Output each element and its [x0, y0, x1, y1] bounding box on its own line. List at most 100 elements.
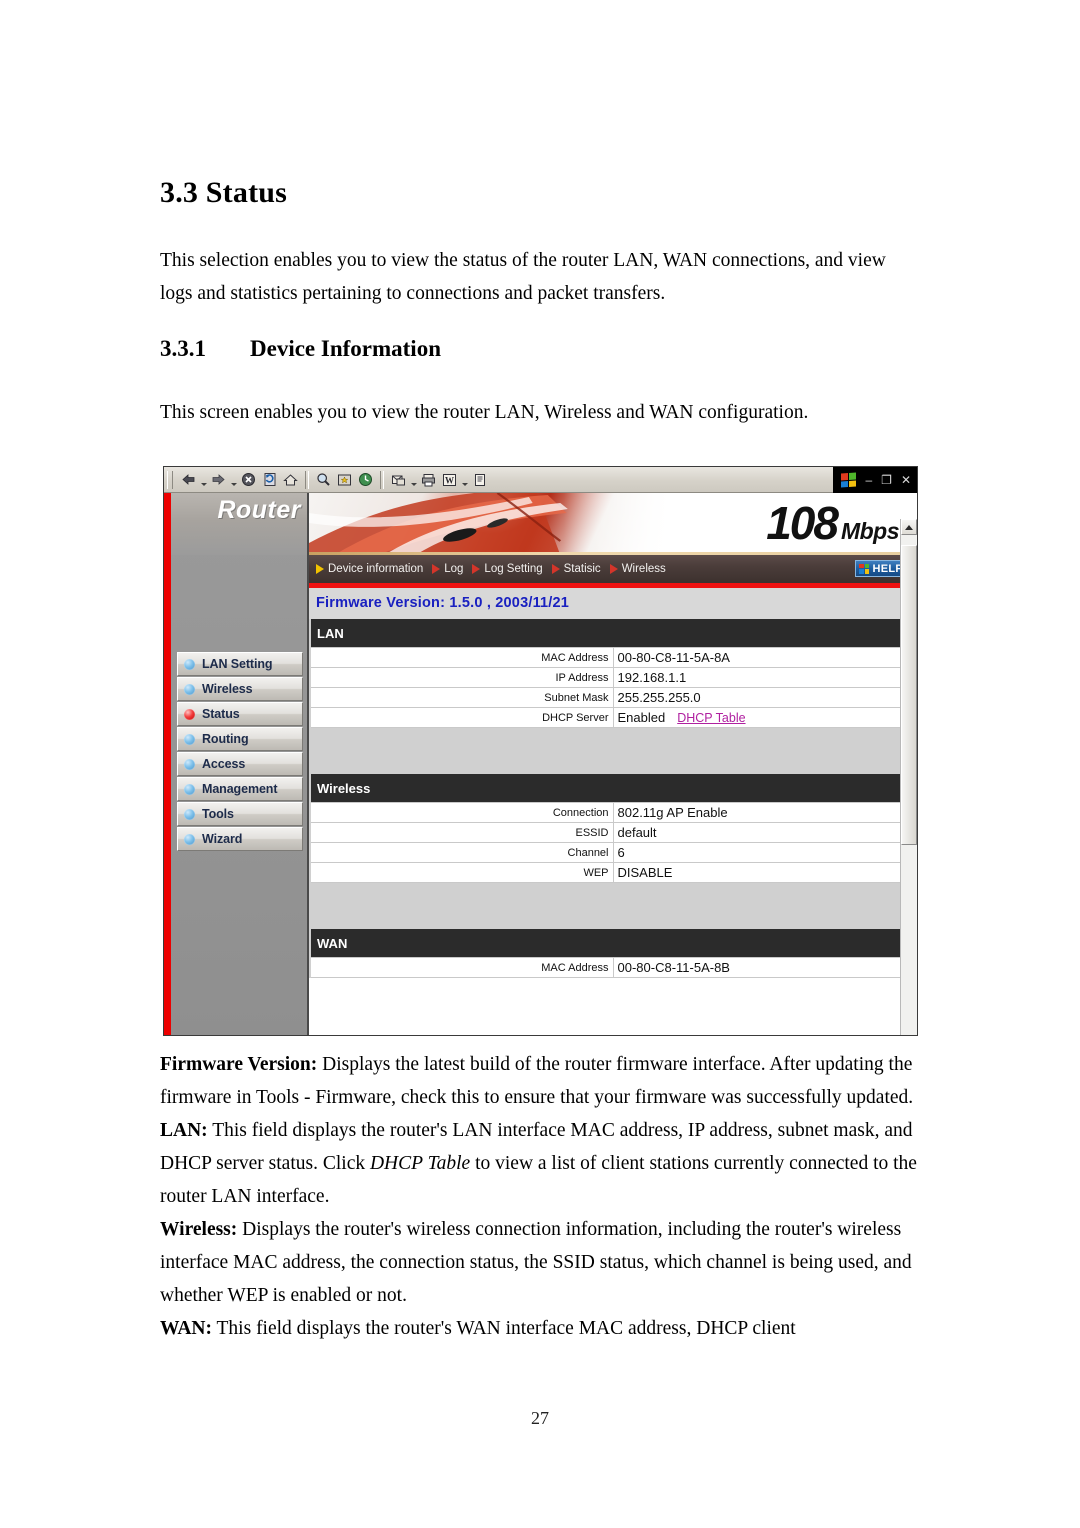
refresh-icon[interactable] [259, 469, 280, 490]
dhcp-table-link[interactable]: DHCP Table [677, 711, 745, 725]
dhcp-status: Enabled [617, 710, 666, 725]
nav-item-label: Log Setting [484, 563, 543, 575]
row-key: DHCP Server [311, 707, 614, 728]
subsection-title: Device Information [250, 336, 441, 361]
mail-icon[interactable] [388, 469, 409, 490]
router-content-area: 108 Mbps Device information Log Log Sett… [309, 493, 917, 1035]
device-info-panel: LAN MAC Address 00-80-C8-11-5A-8A IP Add… [309, 619, 917, 978]
chevron-up-icon [905, 524, 913, 530]
back-icon[interactable] [178, 469, 199, 490]
router-sidebar: Router LAN Setting Wireless Status Routi… [171, 493, 309, 1035]
back-dropdown-icon[interactable] [199, 470, 208, 490]
window-controls: – ❐ ✕ [833, 467, 917, 493]
minimize-button[interactable]: – [865, 474, 872, 486]
home-icon[interactable] [280, 469, 301, 490]
sidebar-item-management[interactable]: Management [177, 777, 303, 801]
edit-dropdown-icon[interactable] [460, 470, 469, 490]
triangle-icon [432, 564, 441, 574]
sidebar-item-label: Access [202, 757, 246, 771]
history-icon[interactable] [355, 469, 376, 490]
triangle-icon [472, 564, 481, 574]
scrollbar-track[interactable] [901, 535, 917, 1035]
edit-icon[interactable]: W [439, 469, 460, 490]
wan-description: WAN: This field displays the router's WA… [160, 1312, 920, 1345]
firmware-description-label: Firmware Version: [160, 1054, 318, 1075]
sidebar-item-label: Management [202, 782, 278, 796]
nav-item-log-setting[interactable]: Log Setting [472, 563, 543, 575]
nav-item-wireless[interactable]: Wireless [609, 563, 666, 575]
row-key: MAC Address [311, 957, 614, 978]
speed-logo: 108 Mbps [564, 493, 917, 555]
nav-item-label: Device information [328, 563, 424, 575]
table-row: IP Address 192.168.1.1 [311, 667, 915, 688]
browser-toolbar: W – ❐ ✕ [164, 467, 917, 493]
row-value: 192.168.1.1 [612, 667, 915, 688]
lan-table: LAN MAC Address 00-80-C8-11-5A-8A IP Add… [311, 619, 915, 728]
table-row: MAC Address 00-80-C8-11-5A-8B [311, 957, 915, 978]
sidebar-item-label: Status [202, 707, 240, 721]
triangle-icon [609, 564, 618, 574]
sidebar-item-routing[interactable]: Routing [177, 727, 303, 751]
scroll-up-button[interactable] [901, 519, 917, 535]
wan-description-text: This field displays the router's WAN int… [212, 1318, 796, 1339]
document-text-bottom: Firmware Version: Displays the latest bu… [160, 1048, 920, 1345]
nav-item-log[interactable]: Log [432, 563, 463, 575]
sidebar-item-label: Wireless [202, 682, 253, 696]
toolbar-separator-2 [380, 470, 384, 489]
bullet-icon [184, 783, 195, 795]
bullet-icon [184, 808, 195, 820]
sidebar-item-status[interactable]: Status [177, 702, 303, 726]
sidebar-item-access[interactable]: Access [177, 752, 303, 776]
firmware-version-bar: Firmware Version: 1.5.0 , 2003/11/21 [309, 588, 917, 619]
wan-table: WAN MAC Address 00-80-C8-11-5A-8B [311, 929, 915, 978]
nav-item-device-information[interactable]: Device information [316, 563, 423, 575]
table-row: WEP DISABLE [311, 862, 915, 883]
bullet-icon [184, 733, 195, 745]
wireless-description: Wireless: Displays the router's wireless… [160, 1213, 920, 1312]
row-key: Channel [311, 842, 614, 863]
sidebar-item-wireless[interactable]: Wireless [177, 677, 303, 701]
firmware-description: Firmware Version: Displays the latest bu… [160, 1048, 920, 1114]
router-logo-text: Router [217, 496, 301, 524]
scrollbar-thumb[interactable] [901, 545, 917, 845]
row-key: ESSID [311, 822, 614, 843]
bullet-icon [184, 683, 195, 695]
toolbar-grip[interactable] [167, 470, 173, 489]
bullet-icon-active [184, 708, 195, 720]
close-button[interactable]: ✕ [901, 474, 911, 486]
forward-dropdown-icon[interactable] [229, 470, 238, 490]
sidebar-item-lan-setting[interactable]: LAN Setting [177, 652, 303, 676]
row-value: DISABLE [612, 862, 915, 883]
mail-dropdown-icon[interactable] [409, 470, 418, 490]
wan-description-label: WAN: [160, 1318, 212, 1339]
row-value: 255.255.255.0 [612, 687, 915, 708]
table-row: DHCP Server Enabled DHCP Table [311, 707, 915, 728]
sidebar-item-label: LAN Setting [202, 657, 273, 671]
print-icon[interactable] [418, 469, 439, 490]
wan-table-title: WAN [311, 929, 915, 958]
sidebar-item-tools[interactable]: Tools [177, 802, 303, 826]
nav-item-label: Statisic [563, 563, 601, 575]
wireless-table: Wireless Connection 802.11g AP Enable ES… [311, 774, 915, 883]
speed-unit: Mbps [840, 518, 900, 545]
discuss-icon[interactable] [469, 469, 490, 490]
bullet-icon [184, 833, 195, 845]
lan-description: LAN: This field displays the router's LA… [160, 1114, 920, 1213]
forward-icon[interactable] [208, 469, 229, 490]
browser-window-screenshot: W – ❐ ✕ Router LAN Setting Wireless Stat… [163, 466, 918, 1036]
windows-logo-icon [841, 472, 857, 488]
vertical-scrollbar[interactable] [900, 519, 917, 1035]
router-logo: Router [171, 493, 307, 555]
search-icon[interactable] [313, 469, 334, 490]
table-row: MAC Address 00-80-C8-11-5A-8A [311, 647, 915, 668]
nav-item-statisic[interactable]: Statisic [551, 563, 601, 575]
favorites-icon[interactable] [334, 469, 355, 490]
table-gap [311, 728, 915, 774]
lan-table-title: LAN [311, 619, 915, 648]
stop-icon[interactable] [238, 469, 259, 490]
nav-item-label: Log [444, 563, 464, 575]
document-page: 3.3 Status This selection enables you to… [0, 0, 1080, 1528]
sidebar-item-wizard[interactable]: Wizard [177, 827, 303, 851]
restore-button[interactable]: ❐ [881, 474, 892, 486]
table-gap-2 [311, 883, 915, 929]
